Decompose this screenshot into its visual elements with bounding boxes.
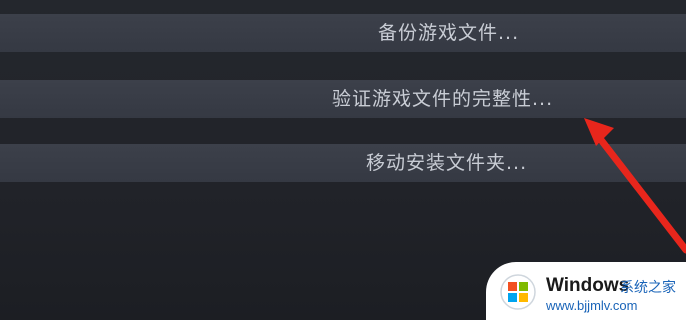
arrow-head — [584, 118, 614, 146]
move-install-folder-button[interactable]: 移动安装文件夹... — [0, 144, 686, 182]
verify-game-files-label: 验证游戏文件的完整性... — [332, 88, 554, 110]
verify-game-files-button[interactable]: 验证游戏文件的完整性... — [0, 80, 686, 118]
backup-game-files-label: 备份游戏文件... — [378, 22, 520, 44]
windows-logo-icon — [500, 274, 536, 310]
backup-game-files-button[interactable]: 备份游戏文件... — [0, 14, 686, 52]
watermark-brand-sub: 系统之家 — [620, 280, 676, 296]
watermark-url: www.bjjmlv.com — [546, 298, 638, 313]
move-install-folder-label: 移动安装文件夹... — [366, 152, 528, 174]
watermark: Windows 系统之家 www.bjjmlv.com — [486, 262, 686, 320]
watermark-brand: Windows — [546, 275, 630, 296]
